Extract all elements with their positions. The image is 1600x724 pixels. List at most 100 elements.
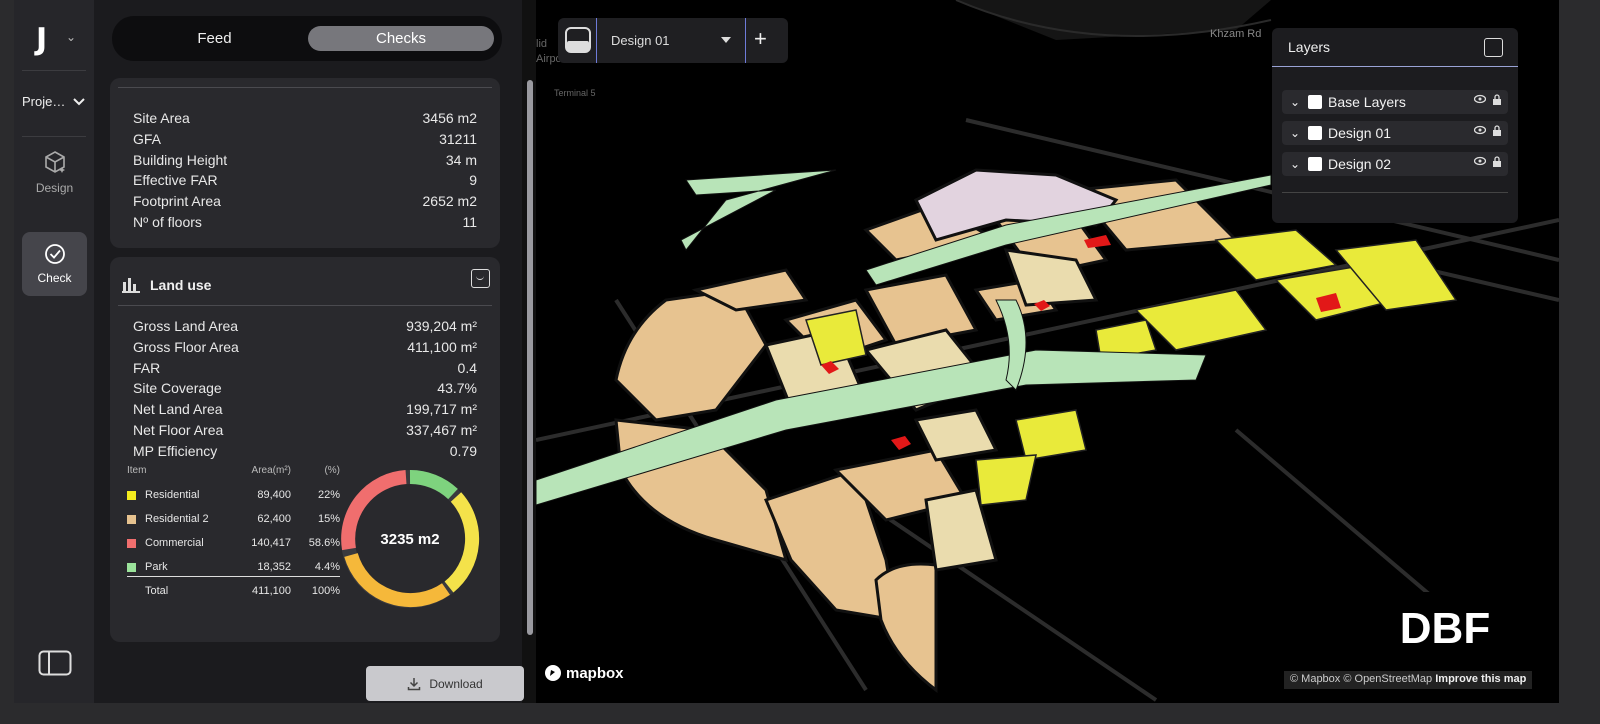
divider: [127, 576, 340, 577]
stat-row: FAR 0.4: [133, 360, 477, 376]
lock-icon[interactable]: [1492, 94, 1502, 106]
caret-down-icon: [721, 37, 731, 43]
divider: [118, 87, 492, 88]
rail-item-label: Check: [37, 271, 72, 285]
left-rail: J ⌄ Proje… Design Check: [14, 0, 94, 703]
eye-icon[interactable]: [1474, 94, 1486, 104]
donut-center-label: 3235 m2: [380, 531, 439, 548]
layer-label: Design 02: [1328, 156, 1392, 172]
map-label: lid: [536, 38, 548, 50]
stat-row: Nº of floors 11: [133, 214, 477, 230]
download-label: Download: [429, 676, 483, 691]
eye-icon[interactable]: [1474, 125, 1486, 135]
table-total-row: Total 411,100 100%: [145, 585, 340, 597]
layers-collapse-button[interactable]: [1484, 38, 1503, 57]
table-header: Item Area(m²) (%): [127, 465, 340, 476]
divider: [22, 70, 86, 71]
land-use-card: Land use Gross Land Area 939,204 m² Gross…: [110, 257, 500, 642]
collapse-button[interactable]: [471, 269, 490, 288]
tab-switcher: Feed Checks: [112, 16, 502, 61]
layer-row[interactable]: ⌄ Design 02: [1282, 152, 1508, 176]
tab-checks[interactable]: Checks: [308, 26, 494, 51]
chevron-down-icon[interactable]: ⌄: [1286, 157, 1304, 171]
watermark-logo: DBF: [1380, 592, 1510, 666]
scrollbar-thumb[interactable]: [527, 80, 533, 635]
legend-swatch: [127, 539, 136, 548]
layer-label: Design 01: [1328, 125, 1392, 141]
map-label: Terminal 5: [554, 88, 596, 98]
donut-segment-residential: [444, 492, 480, 593]
stat-row: Effective FAR 9: [133, 172, 477, 188]
mapbox-icon: [545, 665, 561, 681]
layer-checkbox[interactable]: [1308, 95, 1322, 109]
design-select-value: Design 01: [611, 33, 670, 48]
project-label: Proje…: [22, 94, 66, 109]
add-design-button[interactable]: +: [754, 26, 767, 52]
mapbox-logo[interactable]: mapbox: [544, 664, 624, 682]
chevron-down-icon: [73, 97, 86, 105]
chevron-down-icon[interactable]: ⌄: [66, 30, 76, 44]
rail-item-design[interactable]: Design: [22, 140, 87, 204]
site-stats-card: Site Area 3456 m2 GFA 31211 Building Heigh…: [110, 78, 500, 248]
mapbox-wordmark: mapbox: [566, 664, 624, 682]
chevron-down-icon[interactable]: ⌄: [1286, 126, 1304, 140]
layer-checkbox[interactable]: [1308, 126, 1322, 140]
stat-row: MP Efficiency 0.79: [133, 443, 477, 459]
tab-feed[interactable]: Feed: [122, 26, 307, 51]
chevron-down-icon[interactable]: ⌄: [1286, 95, 1304, 109]
stat-row: Gross Floor Area 411,100 m²: [133, 339, 477, 355]
rail-item-label: Design: [35, 181, 74, 195]
stat-row: GFA 31211: [133, 131, 477, 147]
app-window: J ⌄ Proje… Design Check Feed Checks Site…: [14, 0, 1559, 703]
divider: [118, 305, 492, 306]
donut-segment-park: [409, 469, 458, 500]
legend-swatch: [127, 515, 136, 524]
layer-row[interactable]: ⌄ Base Layers: [1282, 90, 1508, 114]
download-button[interactable]: Download: [366, 666, 524, 701]
stat-row: Footprint Area 2652 m2: [133, 193, 477, 209]
lock-icon[interactable]: [1492, 125, 1502, 137]
sidebar-icon: [38, 650, 72, 676]
cube-icon: [44, 151, 65, 173]
check-circle-icon: [44, 244, 65, 264]
donut-segment-residential-2: [344, 552, 450, 608]
map-label: Khzam Rd: [1210, 28, 1262, 40]
card-title: Land use: [150, 277, 212, 293]
bar-chart-icon: [122, 278, 140, 293]
layer-label: Base Layers: [1328, 94, 1406, 110]
eye-icon[interactable]: [1474, 156, 1486, 166]
layer-row[interactable]: ⌄ Design 01: [1282, 121, 1508, 145]
checks-panel: Feed Checks Site Area 3456 m2 GFA 31211 Bu…: [94, 0, 522, 703]
layers-panel: Layers ⌄ Base Layers ⌄ Design 01 ⌄ Desig…: [1272, 28, 1518, 223]
rail-item-check[interactable]: Check: [22, 232, 87, 296]
project-selector[interactable]: Proje…: [22, 94, 86, 109]
split-view-icon: [565, 27, 591, 53]
app-logo[interactable]: J: [36, 22, 47, 57]
stat-row: Net Floor Area 337,467 m²: [133, 422, 477, 438]
attribution-text: © Mapbox © OpenStreetMap: [1290, 673, 1433, 685]
map-attribution: © Mapbox © OpenStreetMap Improve this ma…: [1284, 671, 1533, 689]
layers-title: Layers: [1272, 28, 1518, 67]
table-row: Residential 89,400 22%: [125, 486, 340, 504]
legend-swatch: [127, 563, 136, 572]
layer-checkbox[interactable]: [1308, 157, 1322, 171]
stat-row: Site Area 3456 m2: [133, 110, 477, 126]
stat-row: Net Land Area 199,717 m²: [133, 401, 477, 417]
divider: [22, 136, 86, 137]
table-row: Residential 2 62,400 15%: [125, 510, 340, 528]
split-view-button[interactable]: [564, 26, 592, 59]
design-select[interactable]: Design 01: [596, 18, 746, 63]
download-icon: [408, 677, 421, 690]
land-use-donut-chart: 3235 m2: [341, 469, 480, 608]
stat-row: Gross Land Area 939,204 m²: [133, 318, 477, 334]
table-row: Park 18,352 4.4%: [125, 558, 340, 576]
legend-swatch: [127, 491, 136, 500]
stat-row: Site Coverage 43.7%: [133, 380, 477, 396]
design-toolbar: Design 01 +: [558, 18, 788, 63]
toggle-sidebar-button[interactable]: [38, 650, 72, 681]
improve-map-link[interactable]: Improve this map: [1435, 673, 1526, 685]
lock-icon[interactable]: [1492, 156, 1502, 168]
divider: [1282, 192, 1508, 193]
table-row: Commercial 140,417 58.6%: [125, 534, 340, 552]
stat-row: Building Height 34 m: [133, 152, 477, 168]
